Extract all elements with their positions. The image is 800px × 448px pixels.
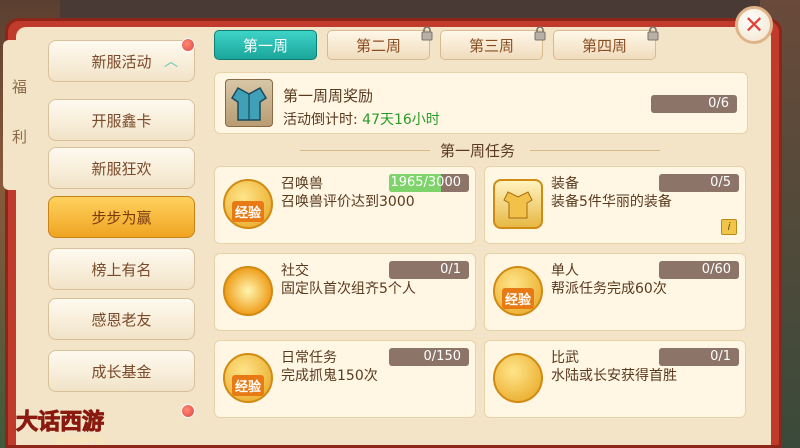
progress-text: 0/5 <box>710 175 731 190</box>
menu-item-carnival[interactable]: 新服狂欢 <box>48 147 195 189</box>
task-desc: 固定队首次组齐5个人 <box>281 281 416 297</box>
tab-week-2[interactable]: 第二周 <box>327 26 433 60</box>
logo-subtitle: 官方正版手游 <box>56 435 104 444</box>
tab-week-4[interactable]: 第四周 <box>553 26 659 60</box>
weekly-reward-card: 第一周周奖励 活动倒计时: 47天16小时 0/6 <box>214 72 748 134</box>
exp-icon[interactable]: 经验 <box>223 179 273 229</box>
progress-text: 0/1 <box>440 262 461 277</box>
task-card-equipment: 装备 装备5件华丽的装备 0/5 i <box>484 166 746 244</box>
task-name: 社交 <box>281 263 309 279</box>
menu-item-opening-card[interactable]: 开服鑫卡 <box>48 99 195 141</box>
tab-week-1[interactable]: 第一周 <box>214 30 317 60</box>
golden-orb-icon[interactable] <box>223 266 273 316</box>
progress-text: 0/1 <box>710 349 731 364</box>
task-progress-bar: 0/60 <box>659 261 739 279</box>
armor-icon[interactable] <box>493 179 543 229</box>
task-progress-bar: 0/5 <box>659 174 739 192</box>
menu-item-growth-fund[interactable]: 成长基金 <box>48 350 195 392</box>
reward-title: 第一周周奖励 <box>283 87 374 105</box>
lock-icon <box>421 26 433 41</box>
task-progress-bar: 0/1 <box>659 348 739 366</box>
exp-label: 经验 <box>501 287 534 309</box>
tab-label: 第二周 <box>355 36 401 55</box>
lock-icon <box>647 26 659 41</box>
logo-text: 大话西游 <box>15 409 105 436</box>
task-desc: 水陆或长安获得首胜 <box>551 368 677 384</box>
task-card-solo: 经验 单人 帮派任务完成60次 0/60 <box>484 253 746 331</box>
task-progress-bar: 0/1 <box>389 261 469 279</box>
menu-item-label: 开服鑫卡 <box>91 111 152 130</box>
chevron-up-icon: ︿ <box>164 54 178 70</box>
task-name: 日常任务 <box>281 350 337 366</box>
exp-label: 经验 <box>231 200 264 222</box>
notification-dot <box>181 38 195 52</box>
menu-item-label: 榜上有名 <box>91 260 152 279</box>
task-desc: 装备5件华丽的装备 <box>551 194 672 210</box>
menu-item-leaderboard[interactable]: 榜上有名 <box>48 248 195 290</box>
countdown-timer: 活动倒计时: 47天16小时 <box>283 109 440 129</box>
divider <box>530 150 660 151</box>
game-logo: 大话西游 官方正版手游 <box>15 404 146 445</box>
menu-item-label: 步步为赢 <box>91 208 152 227</box>
side-tab-welfare[interactable]: 福 利 <box>3 40 33 190</box>
notification-dot <box>181 404 195 418</box>
exp-label: 经验 <box>231 374 264 396</box>
countdown-value: 47天16小时 <box>362 112 440 128</box>
countdown-label: 活动倒计时: <box>283 112 363 128</box>
progress-text: 0/6 <box>708 96 729 111</box>
tab-label: 第四周 <box>581 36 627 55</box>
close-icon: ✕ <box>743 11 765 39</box>
task-progress-bar: 0/150 <box>389 348 469 366</box>
tab-label: 第三周 <box>468 36 514 55</box>
task-card-daily: 经验 日常任务 完成抓鬼150次 0/150 <box>214 340 476 418</box>
close-button[interactable]: ✕ <box>735 6 773 44</box>
exp-icon[interactable]: 经验 <box>493 266 543 316</box>
task-desc: 完成抓鬼150次 <box>281 368 378 384</box>
task-progress-bar: 1965/3000 <box>389 174 469 192</box>
tab-week-3[interactable]: 第三周 <box>440 26 546 60</box>
task-name: 召唤兽 <box>281 176 323 192</box>
armor-reward-icon[interactable] <box>225 79 273 127</box>
task-card-arena: 比武 水陆或长安获得首胜 0/1 <box>484 340 746 418</box>
section-title: 第一周任务 <box>440 142 516 160</box>
task-name: 单人 <box>551 263 579 279</box>
exp-icon[interactable]: 经验 <box>223 353 273 403</box>
tab-label: 第一周 <box>242 36 288 55</box>
lock-icon <box>534 26 546 41</box>
side-label-char: 利 <box>12 128 28 146</box>
progress-text: 0/150 <box>423 349 461 364</box>
background-top <box>0 0 800 20</box>
menu-item-label: 感恩老友 <box>91 310 152 329</box>
task-desc: 召唤兽评价达到3000 <box>281 194 415 210</box>
task-name: 装备 <box>551 176 579 192</box>
side-label-char: 福 <box>12 78 28 96</box>
gold-figure-icon[interactable] <box>493 353 543 403</box>
menu-item-step-by-step[interactable]: 步步为赢 <box>48 196 195 238</box>
menu-item-label: 新服狂欢 <box>91 159 152 178</box>
task-desc: 帮派任务完成60次 <box>551 281 667 297</box>
reward-progress-bar: 0/6 <box>651 95 737 113</box>
menu-item-old-friends[interactable]: 感恩老友 <box>48 298 195 340</box>
info-icon[interactable]: i <box>721 219 737 235</box>
task-card-summon: 经验 召唤兽 召唤兽评价达到3000 1965/3000 <box>214 166 476 244</box>
progress-text: 0/60 <box>701 262 731 277</box>
task-name: 比武 <box>551 350 579 366</box>
progress-text: 1965/3000 <box>390 175 461 190</box>
menu-item-new-server-event[interactable]: 新服活动 ︿ <box>48 40 195 82</box>
menu-item-label: 成长基金 <box>91 362 152 381</box>
menu-item-label: 新服活动 <box>91 52 152 71</box>
task-card-social: 社交 固定队首次组齐5个人 0/1 <box>214 253 476 331</box>
divider <box>300 150 430 151</box>
